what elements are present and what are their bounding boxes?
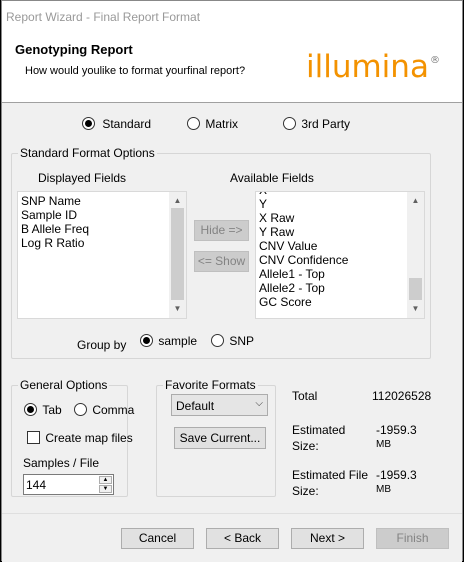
page-subtitle: How would youlike to format yourfinal re… (25, 65, 246, 77)
radio-3rd-party-label: 3rd Party (301, 117, 351, 131)
radio-matrix[interactable]: Matrix (187, 117, 238, 131)
stepper-buttons: ▲ ▼ (99, 476, 112, 493)
displayed-fields-label: Displayed Fields (38, 171, 127, 185)
favorite-formats-selected: Default (176, 399, 215, 413)
delimiter-comma-indicator[interactable] (74, 403, 87, 416)
scroll-thumb[interactable] (171, 208, 184, 300)
displayed-fields-scrollbar[interactable]: ▲ ▼ (169, 192, 186, 318)
favorite-formats-select[interactable]: Default ⌵ (171, 394, 268, 416)
page-title: Genotyping Report (15, 42, 133, 57)
total-value: 112026528 (372, 389, 432, 403)
next-button[interactable]: Next > (291, 528, 364, 549)
finish-button[interactable]: Finish (376, 528, 449, 549)
show-button[interactable]: <= Show (194, 251, 249, 272)
group-by-snp-indicator[interactable] (211, 334, 224, 347)
total-label: Total (292, 389, 318, 403)
general-options-legend: General Options (18, 378, 110, 392)
estimated-file-size-label: Estimated File Size: (292, 468, 368, 498)
available-fields-label: Available Fields (230, 171, 314, 185)
available-fields-scrollbar[interactable]: ▲ ▼ (407, 192, 424, 318)
delimiter-comma[interactable]: Comma (74, 403, 134, 417)
radio-standard-label: Standard (102, 117, 152, 131)
scroll-thumb[interactable] (409, 278, 422, 300)
illumina-logo: illumina® (306, 49, 440, 85)
displayed-fields-list[interactable]: SNP Name Sample ID B Allele Freq Log R R… (17, 191, 187, 319)
standard-format-options-group: Standard Format Options Displayed Fields… (11, 146, 431, 359)
displayed-field-item[interactable]: B Allele Freq (18, 222, 186, 236)
wizard-footer: Cancel < Back Next > Finish (2, 513, 462, 562)
estimated-file-size-label-line1: Estimated File (292, 468, 369, 482)
radio-standard-indicator[interactable] (82, 117, 95, 130)
available-field-item[interactable]: Allele2 - Top (256, 281, 424, 295)
estimated-file-size-value: -1959.3 MB (376, 468, 417, 496)
save-current-button[interactable]: Save Current... (174, 427, 266, 449)
logo-text: illumina (306, 49, 429, 85)
logo-registered-mark: ® (429, 55, 440, 66)
favorite-formats-legend: Favorite Formats (163, 378, 258, 392)
radio-3rd-party-indicator[interactable] (283, 117, 296, 130)
back-button[interactable]: < Back (206, 528, 279, 549)
scroll-down-arrow-icon[interactable]: ▼ (407, 302, 424, 316)
radio-matrix-indicator[interactable] (187, 117, 200, 130)
radio-standard[interactable]: Standard (82, 117, 151, 131)
available-field-item[interactable]: X Raw (256, 211, 424, 225)
available-field-item[interactable]: Y Raw (256, 225, 424, 239)
group-by-sample-indicator[interactable] (140, 334, 153, 347)
available-field-item[interactable]: CNV Value (256, 239, 424, 253)
samples-per-file-value: 144 (26, 478, 47, 492)
stepper-up-icon[interactable]: ▲ (99, 476, 112, 484)
general-options-group: General Options Tab Comma Create map fil… (11, 378, 134, 497)
radio-matrix-label: Matrix (205, 117, 239, 131)
standard-format-options-legend: Standard Format Options (18, 146, 157, 160)
estimated-size-number: -1959.3 (376, 423, 417, 437)
window-title: Report Wizard - Final Report Format (6, 10, 201, 24)
available-fields-list[interactable]: X Y X Raw Y Raw CNV Value CNV Confidence… (255, 191, 425, 319)
scroll-up-arrow-icon[interactable]: ▲ (169, 194, 186, 208)
scroll-up-arrow-icon[interactable]: ▲ (407, 194, 424, 208)
samples-per-file-stepper[interactable]: 144 ▲ ▼ (23, 474, 114, 495)
available-field-item[interactable]: GC Score (256, 295, 424, 309)
samples-per-file-label: Samples / File (23, 456, 100, 470)
group-by-label: Group by (77, 338, 127, 352)
delimiter-tab-indicator[interactable] (24, 403, 37, 416)
available-field-item[interactable]: Y (256, 197, 424, 211)
favorite-formats-group: Favorite Formats Default ⌵ Save Current.… (156, 378, 276, 497)
estimated-size-label: Estimated Size: (292, 423, 345, 453)
estimated-file-size-number: -1959.3 (376, 468, 417, 482)
group-by-snp[interactable]: SNP (211, 334, 254, 348)
chevron-down-icon: ⌵ (255, 398, 263, 409)
estimated-size-label-line1: Estimated (292, 423, 346, 437)
create-map-files-checkbox[interactable]: Create map files (27, 431, 133, 445)
displayed-field-item[interactable]: Sample ID (18, 208, 186, 222)
create-map-files-box[interactable] (27, 431, 40, 444)
title-bar[interactable]: Report Wizard - Final Report Format (2, 1, 462, 31)
estimated-size-label-line2: Size: (292, 439, 319, 453)
report-wizard-window: Report Wizard - Final Report Format Geno… (1, 0, 463, 562)
estimated-file-size-label-line2: Size: (292, 484, 319, 498)
cancel-button[interactable]: Cancel (121, 528, 194, 549)
estimated-size-unit: MB (376, 439, 391, 450)
create-map-files-label: Create map files (45, 431, 133, 445)
delimiter-tab[interactable]: Tab (24, 403, 62, 417)
delimiter-comma-label: Comma (92, 403, 135, 417)
displayed-field-item[interactable]: Log R Ratio (18, 236, 186, 250)
group-by-sample[interactable]: sample (140, 334, 197, 348)
wizard-header: Genotyping Report How would youlike to f… (2, 31, 462, 103)
stepper-down-icon[interactable]: ▼ (99, 485, 112, 493)
radio-3rd-party[interactable]: 3rd Party (283, 117, 350, 131)
estimated-size-value: -1959.3 MB (376, 423, 417, 451)
delimiter-tab-label: Tab (42, 403, 62, 417)
displayed-field-item[interactable]: SNP Name (18, 194, 186, 208)
group-by-snp-label: SNP (229, 334, 255, 348)
group-by-sample-label: sample (158, 334, 198, 348)
available-field-item[interactable]: CNV Confidence (256, 253, 424, 267)
hide-button[interactable]: Hide => (194, 220, 249, 241)
estimated-file-size-unit: MB (376, 484, 391, 495)
scroll-down-arrow-icon[interactable]: ▼ (169, 302, 186, 316)
available-field-item[interactable]: Allele1 - Top (256, 267, 424, 281)
